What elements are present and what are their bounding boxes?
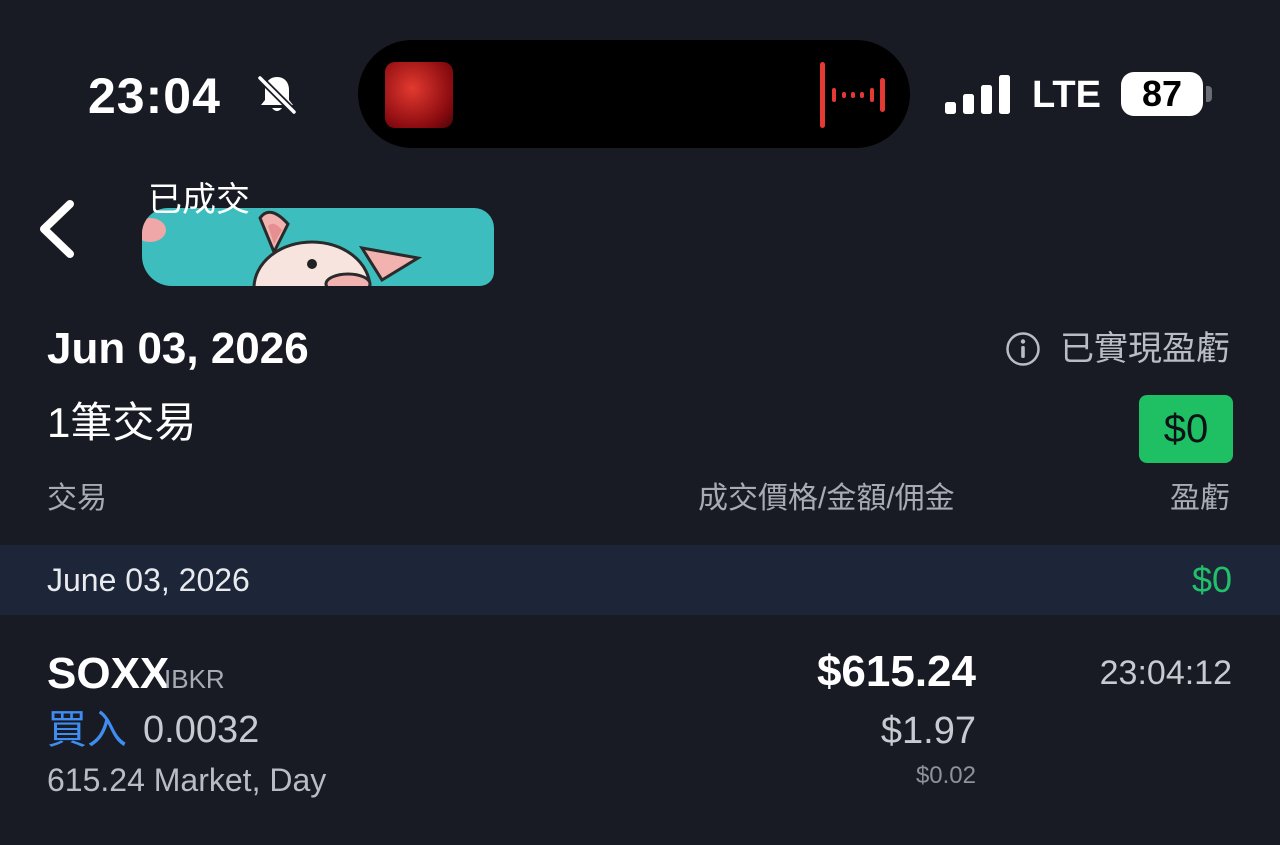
info-icon[interactable] [1005,331,1041,367]
broker-label: IBKR [164,664,225,694]
trade-count: 1筆交易 [47,399,197,446]
battery-tip [1206,86,1212,102]
page-title: 已成交 [148,181,250,219]
summary-date: Jun 03, 2026 [47,324,309,373]
order-description: 615.24 Market, Day [47,762,327,798]
network-type: LTE [1032,74,1101,116]
bell-muted-icon [256,74,298,116]
cellular-signal-icon [945,75,1010,114]
column-header-pnl: 盈虧 [1170,482,1230,515]
status-time: 23:04 [88,68,221,124]
group-date: June 03, 2026 [47,562,250,598]
back-chevron-icon[interactable] [34,196,80,262]
realized-pnl-badge: $0 [1139,395,1233,463]
date-group-header: June 03, 2026 $0 [0,545,1280,615]
fill-price: $615.24 [816,647,976,696]
trade-row[interactable]: SOXX IBKR 買入 0.0032 615.24 Market, Day $… [0,625,1280,825]
fill-amount: $1.97 [880,710,976,752]
group-pnl: $0 [1191,559,1232,600]
fill-time: 23:04:12 [1099,654,1232,692]
trade-side: 買入 [47,708,127,752]
audio-waveform-icon [820,62,885,128]
trade-history-screen: 23:04 LTE 87 已成交 Jun 03, 2026 1筆交易 已實現盈虧… [0,0,1280,845]
trade-quantity: 0.0032 [143,709,260,751]
battery-level: 87 [1121,72,1203,116]
column-header-trade: 交易 [47,482,107,515]
realized-pnl-label: 已實現盈虧 [1060,330,1230,368]
ticker-symbol: SOXX [47,649,170,698]
column-header-price: 成交價格/金額/佣金 [698,482,955,515]
now-playing-artwork[interactable] [385,62,453,128]
commission: $0.02 [915,762,976,789]
